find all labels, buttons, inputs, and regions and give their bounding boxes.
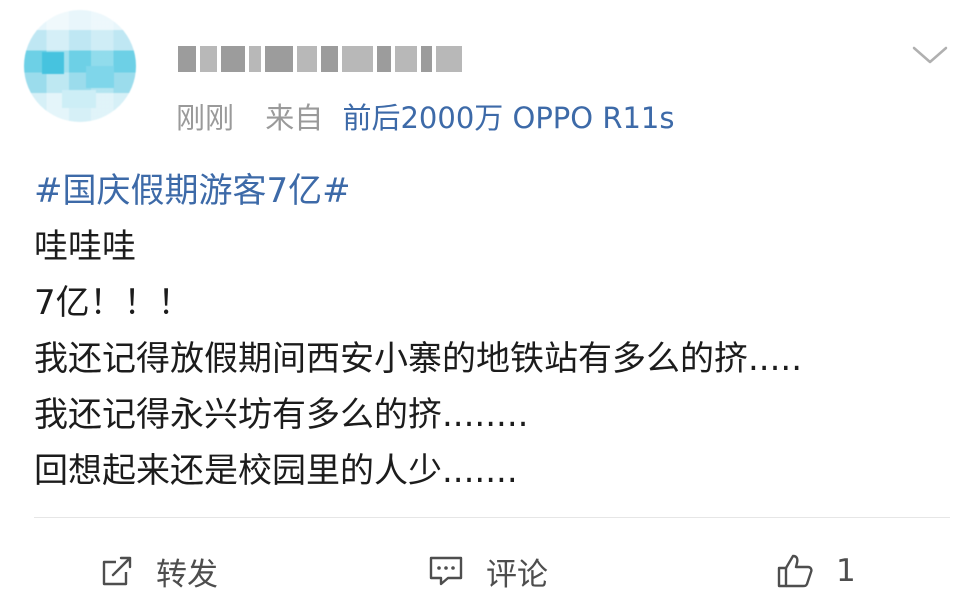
post-line: 回想起来还是校园里的人少....... xyxy=(34,451,518,491)
like-button[interactable]: 1 xyxy=(776,546,856,596)
post-line: 我还记得放假期间西安小寨的地铁站有多么的挤..... xyxy=(34,339,803,379)
divider xyxy=(34,517,950,518)
post-line: 7亿！！！ xyxy=(34,283,192,323)
comment-icon xyxy=(429,556,463,586)
post-line: 哇哇哇 xyxy=(34,227,136,267)
post-body: #国庆假期游客7亿# 哇哇哇 7亿！！！ 我还记得放假期间西安小寨的地铁站有多么… xyxy=(34,164,802,500)
username-blurred[interactable] xyxy=(178,38,463,80)
post-meta: 刚刚 来自 前后2000万 OPPO R11s xyxy=(176,98,675,138)
repost-label: 转发 xyxy=(156,556,218,593)
source-device-link[interactable]: 前后2000万 OPPO R11s xyxy=(342,101,674,135)
repost-icon xyxy=(102,556,132,586)
avatar[interactable] xyxy=(24,10,136,122)
chevron-down-icon[interactable] xyxy=(910,40,950,70)
comment-button[interactable]: 评论 xyxy=(428,546,548,596)
like-count: 1 xyxy=(836,553,856,589)
post-time: 刚刚 xyxy=(176,101,235,135)
comment-label: 评论 xyxy=(486,556,548,593)
source-label: 来自 xyxy=(265,101,324,135)
topic-hashtag-link[interactable]: #国庆假期游客7亿# xyxy=(34,164,802,220)
post-line: 我还记得永兴坊有多么的挤........ xyxy=(34,395,529,435)
repost-button[interactable]: 转发 xyxy=(100,546,218,596)
thumbs-up-icon xyxy=(777,554,813,588)
